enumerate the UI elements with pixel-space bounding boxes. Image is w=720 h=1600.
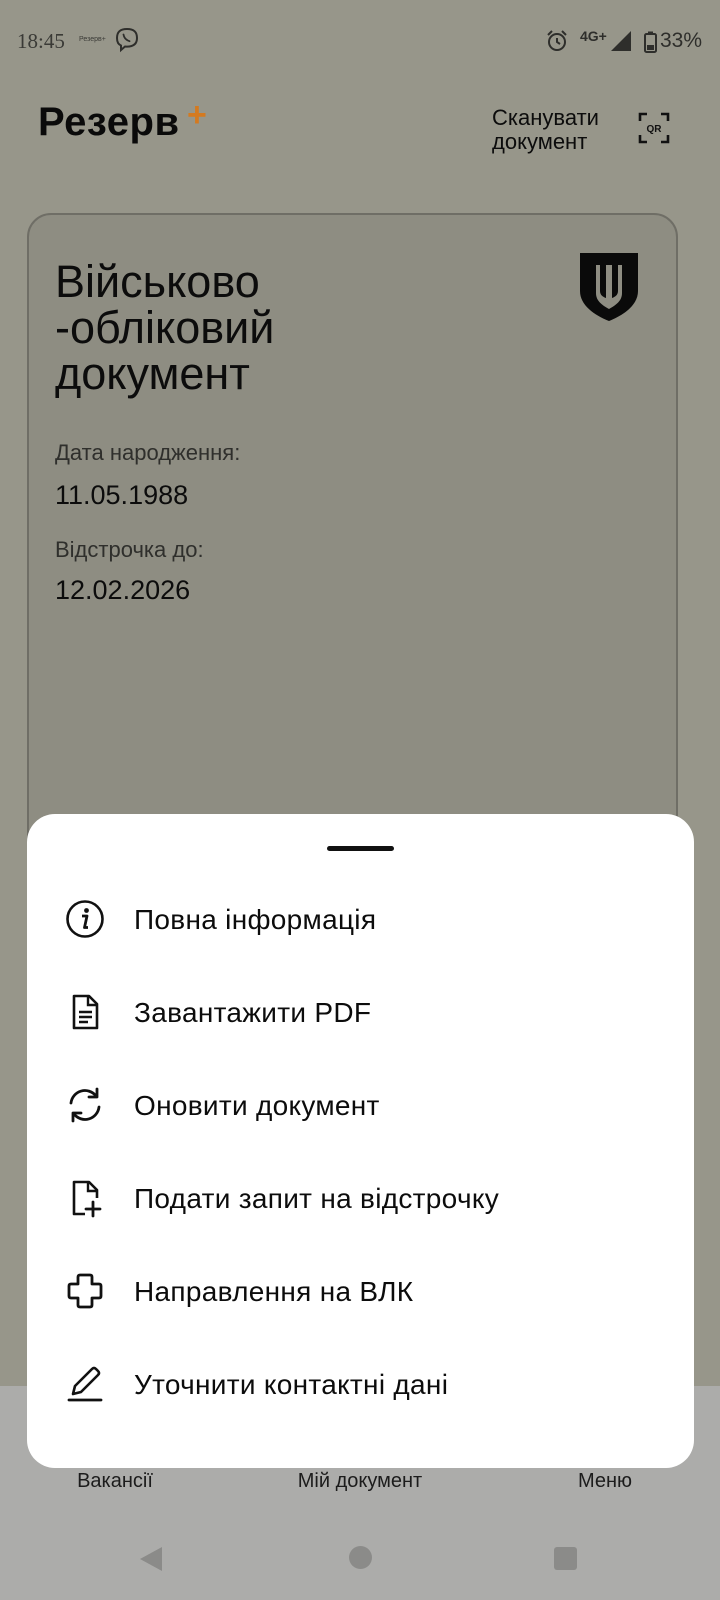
recent-apps-icon[interactable] [554,1547,577,1570]
menu-item-download-pdf[interactable]: Завантажити PDF [27,966,694,1059]
menu-item-medical-referral[interactable]: Направлення на ВЛК [27,1245,694,1338]
nav-my-document[interactable]: Мій документ [270,1470,450,1493]
scan-document-label: Сканувати документ [492,105,599,154]
birth-date-label: Дата народження: [55,440,241,465]
menu-item-label: Оновити документ [134,1090,380,1121]
menu-item-label: Завантажити PDF [134,997,372,1028]
info-icon [66,900,104,938]
svg-text:QR: QR [647,124,663,135]
battery-icon [644,31,657,53]
notification-app-icon: Резерв+ [79,36,106,43]
status-bar: 18:45 Резерв+ 4G+ 33% [0,0,720,84]
alarm-icon [547,30,567,51]
menu-item-request-deferral[interactable]: Подати запит на відстрочку [27,1152,694,1245]
status-time: 18:45 [17,29,65,53]
app-logo-plus: + [187,96,207,134]
menu-item-label: Уточнити контактні дані [134,1369,449,1400]
document-icon [72,994,99,1030]
qr-scan-icon: QR [638,112,670,144]
back-icon[interactable] [138,1545,164,1573]
nav-vacancies[interactable]: Вакансії [25,1470,205,1493]
app-logo: Резерв [38,100,180,144]
deferral-value: 12.02.2026 [55,575,191,605]
medical-cross-icon [67,1273,103,1309]
sheet-drag-handle[interactable] [327,846,394,851]
document-title: Військово -обліковий документ [55,256,275,399]
scan-document-button[interactable]: Сканувати документ QR [492,106,682,158]
network-type: 4G+ [580,28,607,44]
menu-item-label: Повна інформація [134,904,377,935]
armed-forces-emblem-icon [580,253,638,321]
pencil-icon [67,1366,103,1402]
deferral-label: Відстрочка до: [55,537,204,562]
menu-item-update-contacts[interactable]: Уточнити контактні дані [27,1338,694,1431]
menu-item-label: Направлення на ВЛК [134,1276,414,1307]
file-plus-icon [72,1180,102,1218]
nav-menu[interactable]: Меню [515,1470,695,1493]
birth-date-value: 11.05.1988 [55,480,189,510]
menu-item-full-info[interactable]: Повна інформація [27,873,694,966]
viber-icon [115,27,139,53]
menu-item-update-document[interactable]: Оновити документ [27,1059,694,1152]
signal-icon [611,31,631,51]
menu-item-label: Подати запит на відстрочку [134,1183,499,1214]
battery-percent: 33% [660,29,703,52]
actions-bottom-sheet: Повна інформація Завантажити PDF Оновити… [27,814,694,1468]
home-icon[interactable] [349,1546,372,1569]
refresh-icon [69,1087,101,1123]
